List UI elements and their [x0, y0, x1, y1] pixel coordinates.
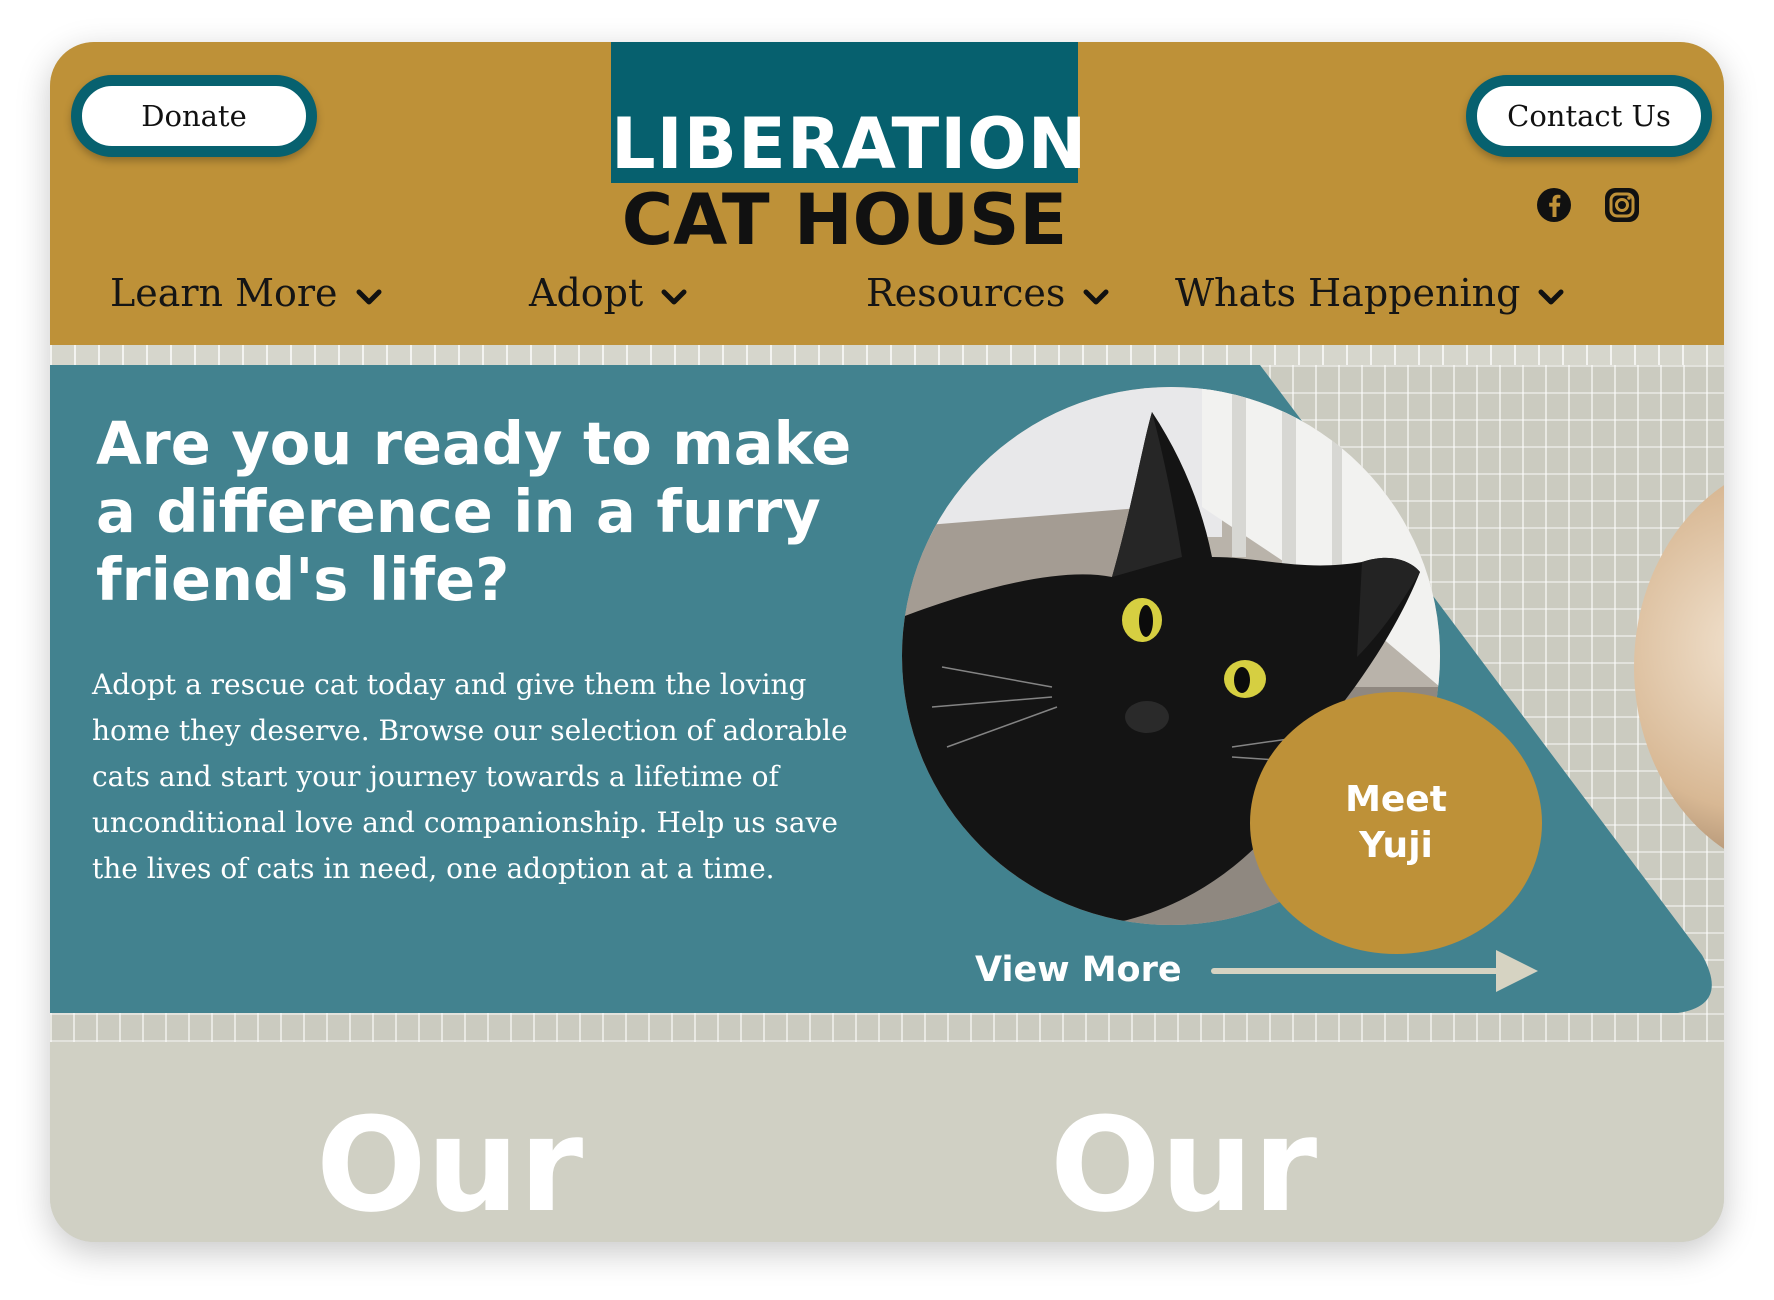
- nav-whats-happening-label: Whats Happening: [1175, 271, 1521, 315]
- nav-resources-label: Resources: [866, 271, 1066, 315]
- hero-description: Adopt a rescue cat today and give them t…: [92, 668, 848, 885]
- view-more-link[interactable]: View More: [975, 950, 1182, 990]
- hero-title: Are you ready to make a difference in a …: [96, 409, 852, 614]
- nav-learn-more[interactable]: Learn More: [110, 270, 382, 316]
- donate-button[interactable]: Donate: [71, 75, 317, 157]
- meet-cat-button[interactable]: Meet Yuji: [1250, 692, 1542, 954]
- site-header: Donate LIBERATION CAT HOUSE Contact Us L…: [50, 42, 1724, 345]
- section-heading-left: Our: [316, 1089, 584, 1241]
- instagram-icon[interactable]: [1603, 186, 1641, 224]
- bottom-section: [50, 1042, 1724, 1242]
- chevron-down-icon: [356, 289, 382, 305]
- logo-title-line2[interactable]: CAT HOUSE: [611, 180, 1078, 260]
- nav-adopt[interactable]: Adopt: [529, 270, 687, 316]
- browser-viewport: Donate LIBERATION CAT HOUSE Contact Us L…: [50, 42, 1724, 1242]
- chevron-down-icon: [1538, 289, 1564, 305]
- section-heading-right: Our: [1050, 1089, 1318, 1241]
- cat-name: Yuji: [1359, 825, 1433, 866]
- meet-label: Meet: [1345, 779, 1447, 820]
- chevron-down-icon: [1083, 289, 1109, 305]
- chevron-down-icon: [661, 289, 687, 305]
- nav-resources[interactable]: Resources: [866, 270, 1109, 316]
- nav-whats-happening[interactable]: Whats Happening: [1175, 270, 1564, 316]
- facebook-icon[interactable]: [1535, 186, 1573, 224]
- arrow-right-icon[interactable]: [1208, 948, 1538, 994]
- nav-learn-more-label: Learn More: [110, 271, 338, 315]
- logo-title-line1[interactable]: LIBERATION: [611, 104, 1086, 184]
- contact-us-button[interactable]: Contact Us: [1466, 75, 1712, 157]
- nav-adopt-label: Adopt: [529, 271, 644, 315]
